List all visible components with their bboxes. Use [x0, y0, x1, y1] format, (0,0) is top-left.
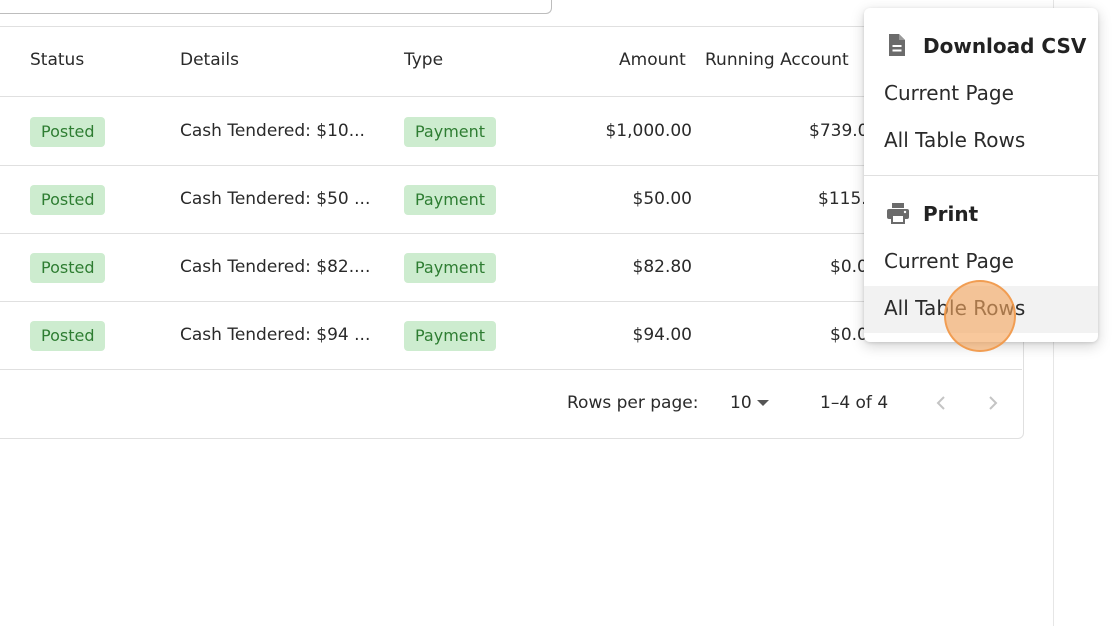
printer-icon — [887, 203, 909, 224]
menu-item-label: Current Page — [884, 249, 1014, 273]
type-badge: Payment — [404, 253, 497, 283]
download-csv-section-header: Download CSV — [864, 26, 1098, 66]
amount-cell: $1,000.00 — [605, 121, 692, 141]
column-header-details[interactable]: Details — [180, 50, 239, 70]
status-badge: Posted — [30, 117, 106, 147]
details-cell: Cash Tendered: $94 ... — [180, 325, 371, 345]
details-cell: Cash Tendered: $82.... — [180, 257, 371, 277]
running-account-cell: $739.0 — [809, 121, 869, 141]
search-input-bottom-edge[interactable] — [0, 0, 552, 14]
column-header-amount[interactable]: Amount — [619, 50, 686, 70]
status-badge: Posted — [30, 253, 106, 283]
type-badge: Payment — [404, 185, 497, 215]
status-badge: Posted — [30, 185, 106, 215]
menu-item-label: All Table Rows — [884, 128, 1026, 152]
status-badge: Posted — [30, 321, 106, 351]
running-account-cell: $0.0 — [830, 257, 868, 277]
previous-page-button[interactable] — [928, 390, 954, 416]
print-current-page[interactable]: Current Page — [864, 239, 1098, 286]
chevron-down-icon[interactable] — [757, 400, 769, 406]
pagination-range: 1–4 of 4 — [820, 393, 889, 413]
column-header-status[interactable]: Status — [30, 50, 84, 70]
rows-per-page-label: Rows per page: — [567, 393, 699, 413]
next-page-button[interactable] — [980, 390, 1006, 416]
column-header-type[interactable]: Type — [404, 50, 443, 70]
menu-item-label: Current Page — [884, 81, 1014, 105]
download-csv-current-page[interactable]: Current Page — [864, 71, 1098, 118]
details-cell: Cash Tendered: $10... — [180, 121, 365, 141]
click-indicator — [944, 280, 1016, 352]
chevron-right-icon — [989, 396, 998, 410]
download-csv-title: Download CSV — [923, 34, 1087, 58]
print-title: Print — [923, 202, 979, 226]
type-badge: Payment — [404, 321, 497, 351]
column-header-running-account[interactable]: Running Account — [705, 50, 849, 70]
amount-cell: $94.00 — [632, 325, 692, 345]
print-section-header: Print — [864, 194, 1098, 234]
amount-cell: $50.00 — [632, 189, 692, 209]
type-badge: Payment — [404, 117, 497, 147]
file-document-icon — [889, 34, 905, 56]
download-csv-all-rows[interactable]: All Table Rows — [864, 118, 1098, 165]
running-account-cell: $0.0 — [830, 325, 868, 345]
details-cell: Cash Tendered: $50 ... — [180, 189, 371, 209]
menu-divider — [864, 175, 1098, 176]
rows-per-page-select[interactable]: 10 — [730, 393, 752, 413]
chevron-left-icon — [936, 396, 945, 410]
amount-cell: $82.80 — [632, 257, 692, 277]
